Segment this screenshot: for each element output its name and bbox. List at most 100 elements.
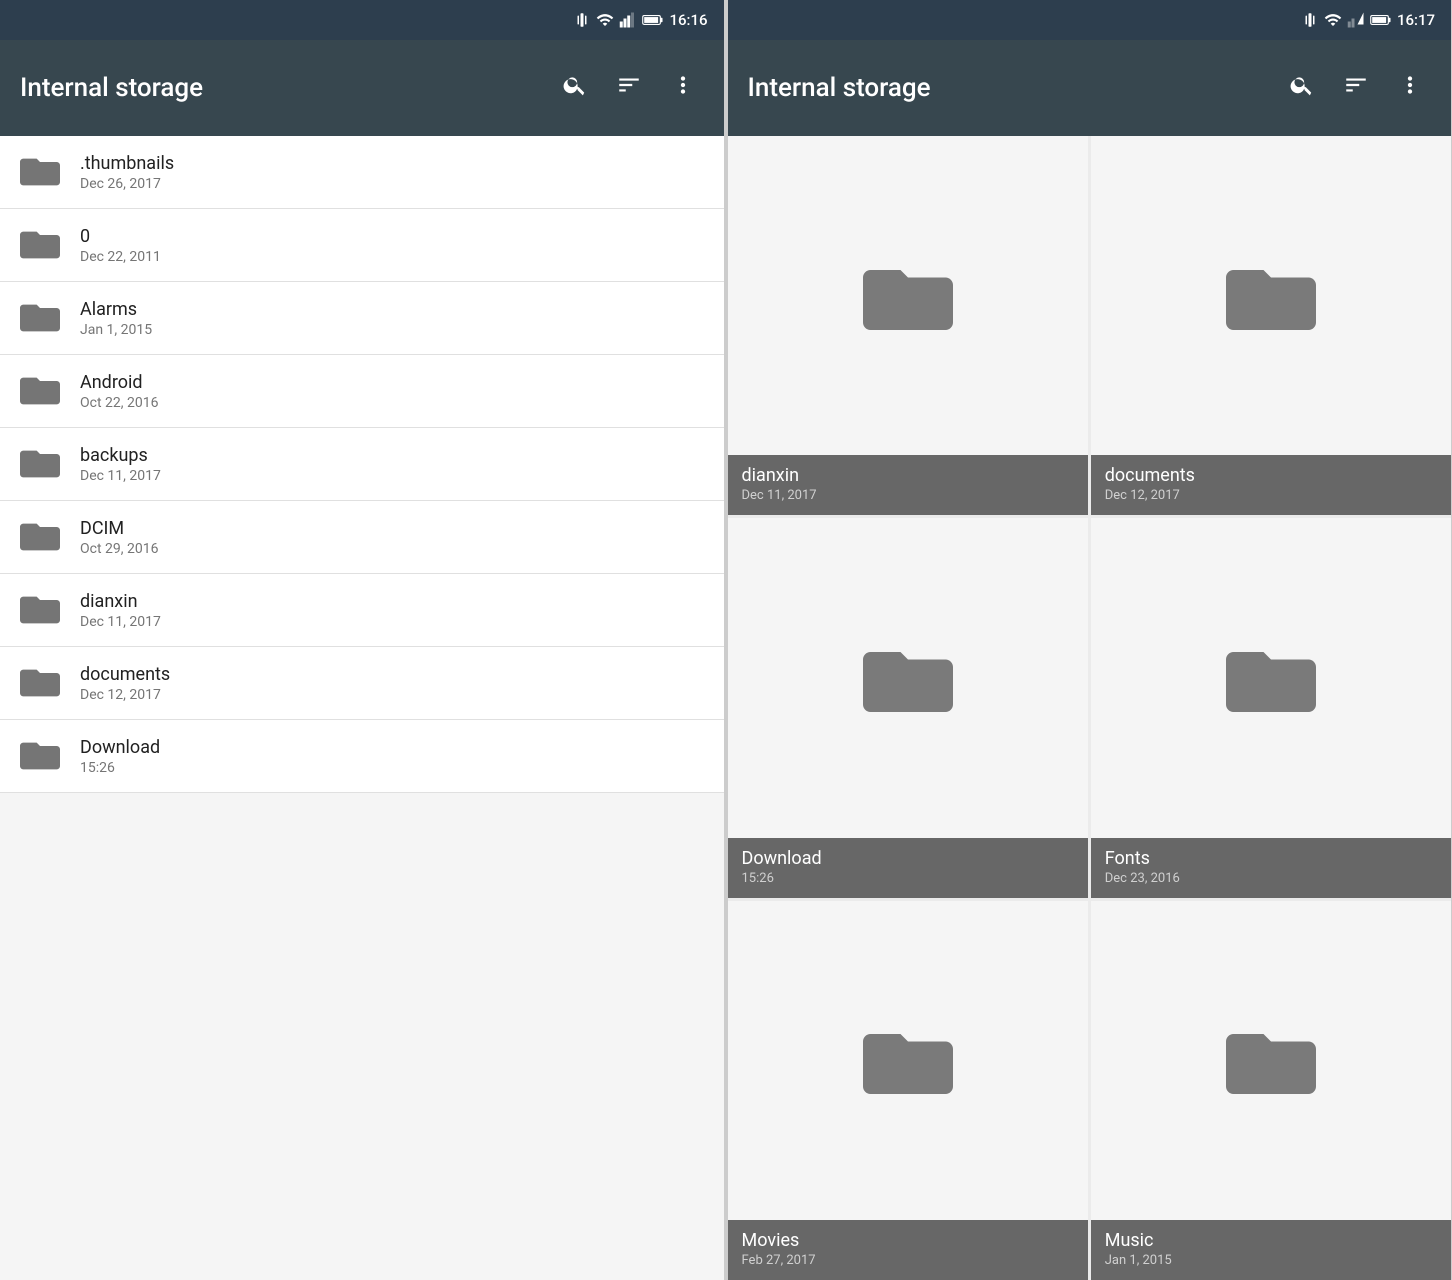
right-vibrate-icon — [1301, 11, 1319, 29]
right-toolbar-title: Internal storage — [748, 73, 1270, 103]
folder-icon — [20, 590, 60, 630]
grid-folder-icon-area — [728, 136, 1088, 455]
left-search-button[interactable] — [554, 64, 596, 112]
list-item-name: DCIM — [80, 518, 158, 539]
list-item[interactable]: DCIM Oct 29, 2016 — [0, 501, 724, 574]
list-item[interactable]: Alarms Jan 1, 2015 — [0, 282, 724, 355]
right-search-button[interactable] — [1281, 64, 1323, 112]
folder-icon — [20, 152, 60, 192]
list-item-name: Android — [80, 372, 158, 393]
folder-icon — [20, 225, 60, 265]
list-item-name: .thumbnails — [80, 153, 174, 174]
grid-item-date: Dec 23, 2016 — [1105, 871, 1437, 886]
list-item-info: documents Dec 12, 2017 — [80, 664, 170, 703]
right-toolbar: Internal storage — [728, 40, 1452, 136]
folder-icon — [20, 298, 60, 338]
list-item[interactable]: dianxin Dec 11, 2017 — [0, 574, 724, 647]
grid-label-area: dianxin Dec 11, 2017 — [728, 455, 1088, 515]
left-status-bar: 16:16 — [0, 0, 724, 40]
list-item-date: Dec 11, 2017 — [80, 614, 161, 630]
list-item-info: Download 15:26 — [80, 737, 160, 776]
list-item-date: Dec 22, 2011 — [80, 249, 161, 265]
list-item-name: backups — [80, 445, 161, 466]
right-more-button[interactable] — [1389, 64, 1431, 112]
grid-item[interactable]: dianxin Dec 11, 2017 — [728, 136, 1088, 515]
right-wifi-icon — [1324, 11, 1342, 29]
grid-label-area: Music Jan 1, 2015 — [1091, 1220, 1451, 1280]
left-time: 16:16 — [669, 11, 707, 29]
folder-icon — [20, 444, 60, 484]
list-item-name: Download — [80, 737, 160, 758]
grid-item-date: Dec 12, 2017 — [1105, 488, 1437, 503]
grid-item-name: Download — [742, 848, 1074, 869]
list-item-date: Dec 12, 2017 — [80, 687, 170, 703]
grid-folder-icon-area — [1091, 518, 1451, 837]
right-status-bar: 16:17 — [728, 0, 1452, 40]
grid-item-date: Jan 1, 2015 — [1105, 1253, 1437, 1268]
grid-item[interactable]: Movies Feb 27, 2017 — [728, 901, 1088, 1280]
list-item-name: documents — [80, 664, 170, 685]
grid-item[interactable]: documents Dec 12, 2017 — [1091, 136, 1451, 515]
list-item[interactable]: documents Dec 12, 2017 — [0, 647, 724, 720]
right-signal-icon — [1347, 11, 1365, 29]
grid-item-name: Music — [1105, 1230, 1437, 1251]
folder-icon — [20, 517, 60, 557]
grid-folder-icon-area — [1091, 136, 1451, 455]
grid-item-date: 15:26 — [742, 871, 1074, 886]
list-item-date: Dec 11, 2017 — [80, 468, 161, 484]
folder-icon — [20, 736, 60, 776]
list-item[interactable]: Android Oct 22, 2016 — [0, 355, 724, 428]
vibrate-icon — [573, 11, 591, 29]
grid-item-name: Fonts — [1105, 848, 1437, 869]
list-item-info: Android Oct 22, 2016 — [80, 372, 158, 411]
grid-item[interactable]: Fonts Dec 23, 2016 — [1091, 518, 1451, 897]
right-time: 16:17 — [1397, 11, 1435, 29]
list-item[interactable]: 0 Dec 22, 2011 — [0, 209, 724, 282]
grid-item-name: Movies — [742, 1230, 1074, 1251]
grid-label-area: Download 15:26 — [728, 838, 1088, 898]
list-item-date: 15:26 — [80, 760, 160, 776]
list-item[interactable]: Download 15:26 — [0, 720, 724, 793]
grid-item-date: Dec 11, 2017 — [742, 488, 1074, 503]
list-item-info: Alarms Jan 1, 2015 — [80, 299, 152, 338]
left-toolbar-title: Internal storage — [20, 73, 542, 103]
wifi-icon — [596, 11, 614, 29]
list-item-info: .thumbnails Dec 26, 2017 — [80, 153, 174, 192]
grid-folder-icon-area — [728, 901, 1088, 1220]
grid-label-area: documents Dec 12, 2017 — [1091, 455, 1451, 515]
left-sort-button[interactable] — [608, 64, 650, 112]
list-item-info: 0 Dec 22, 2011 — [80, 226, 161, 265]
grid-item-name: documents — [1105, 465, 1437, 486]
grid-item[interactable]: Download 15:26 — [728, 518, 1088, 897]
right-status-icons: 16:17 — [1301, 11, 1435, 29]
list-item-name: 0 — [80, 226, 161, 247]
right-battery-icon — [1370, 11, 1392, 29]
grid-folder-icon-area — [1091, 901, 1451, 1220]
left-more-button[interactable] — [662, 64, 704, 112]
list-item[interactable]: .thumbnails Dec 26, 2017 — [0, 136, 724, 209]
folder-icon — [20, 371, 60, 411]
grid-item-date: Feb 27, 2017 — [742, 1253, 1074, 1268]
list-item-date: Oct 22, 2016 — [80, 395, 158, 411]
left-list-view: .thumbnails Dec 26, 2017 0 Dec 22, 2011 … — [0, 136, 724, 1280]
list-item-date: Jan 1, 2015 — [80, 322, 152, 338]
list-item-info: dianxin Dec 11, 2017 — [80, 591, 161, 630]
left-toolbar: Internal storage — [0, 40, 724, 136]
battery-icon — [642, 11, 664, 29]
list-item[interactable]: backups Dec 11, 2017 — [0, 428, 724, 501]
grid-item[interactable]: Music Jan 1, 2015 — [1091, 901, 1451, 1280]
right-grid-view: dianxin Dec 11, 2017 documents Dec 12, 2… — [728, 136, 1452, 1280]
grid-folder-icon-area — [728, 518, 1088, 837]
grid-label-area: Fonts Dec 23, 2016 — [1091, 838, 1451, 898]
grid-item-name: dianxin — [742, 465, 1074, 486]
left-panel: 16:16 Internal storage .thumbnails Dec 2… — [0, 0, 725, 1280]
list-item-date: Dec 26, 2017 — [80, 176, 174, 192]
list-item-info: backups Dec 11, 2017 — [80, 445, 161, 484]
list-item-name: Alarms — [80, 299, 152, 320]
left-status-icons: 16:16 — [573, 11, 707, 29]
list-item-name: dianxin — [80, 591, 161, 612]
right-panel: 16:17 Internal storage dianxin Dec 11, 2… — [728, 0, 1452, 1280]
right-sort-button[interactable] — [1335, 64, 1377, 112]
signal-icon — [619, 11, 637, 29]
folder-icon — [20, 663, 60, 703]
